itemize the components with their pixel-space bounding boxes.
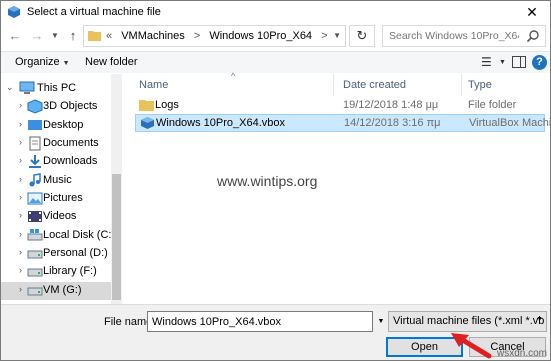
chevron-down-icon: ▼ xyxy=(536,316,543,323)
sidebar-item-personal-d[interactable]: › Personal (D:) xyxy=(1,245,111,263)
virtualbox-icon xyxy=(8,6,20,18)
title-bar: Select a virtual machine file ✕ xyxy=(1,1,550,23)
table-row[interactable]: Logs 19/12/2018 1:48 μμ File folder xyxy=(135,97,545,115)
sidebar-item-this-pc[interactable]: ⌄ This PC xyxy=(1,80,111,98)
chevron-down-icon[interactable]: ⌄ xyxy=(6,82,16,93)
file-type: VirtualBox Machin... xyxy=(469,117,551,129)
virtualbox-file-icon xyxy=(141,117,154,129)
file-type-filter[interactable]: Virtual machine files (*.xml *.vb ▼ xyxy=(388,311,547,332)
pictures-icon xyxy=(27,192,43,205)
drive-icon xyxy=(27,287,43,296)
sidebar-item-label: Documents xyxy=(43,137,99,149)
music-icon xyxy=(29,173,41,187)
watermark-text: www.wintips.org xyxy=(217,173,318,189)
folder-icon xyxy=(139,100,154,111)
preview-pane-icon[interactable] xyxy=(511,54,527,70)
sidebar-item-label: 3D Objects xyxy=(43,100,98,112)
chevron-down-icon[interactable]: ▼ xyxy=(375,311,387,332)
sidebar-item-label: Downloads xyxy=(43,155,98,167)
drive-icon xyxy=(27,250,43,259)
folder-icon xyxy=(88,31,101,41)
breadcrumb-overflow[interactable]: « xyxy=(106,30,112,42)
breadcrumb-windows10pro[interactable]: Windows 10Pro_X64 xyxy=(209,30,312,42)
up-arrow-icon[interactable]: ↑ xyxy=(65,28,81,44)
3d-objects-icon xyxy=(27,99,43,114)
sidebar-item-videos[interactable]: › Videos xyxy=(1,208,111,226)
sidebar-item-label: Music xyxy=(43,174,72,186)
breadcrumb-separator[interactable]: > xyxy=(321,30,327,42)
file-name: Windows 10Pro_X64.vbox xyxy=(156,117,286,129)
help-icon[interactable]: ? xyxy=(532,55,547,70)
drive-icon xyxy=(27,229,43,241)
sidebar-item-label: Desktop xyxy=(43,119,84,131)
sidebar-item-3d-objects[interactable]: › 3D Objects xyxy=(1,98,111,116)
new-folder-button[interactable]: New folder xyxy=(85,56,138,68)
videos-icon xyxy=(28,211,42,222)
scrollbar-thumb[interactable] xyxy=(112,174,121,300)
file-list: ^ Name Date created Type Logs 19/12/2018… xyxy=(123,71,551,304)
file-date: 19/12/2018 1:48 μμ xyxy=(343,99,439,111)
file-type: File folder xyxy=(468,99,517,111)
search-icon xyxy=(526,30,539,43)
sidebar-item-library-f[interactable]: › Library (F:) xyxy=(1,263,111,281)
file-name: Logs xyxy=(155,99,179,111)
sidebar-item-pictures[interactable]: › Pictures xyxy=(1,190,111,208)
file-dialog-window: Select a virtual machine file ✕ ← → ▼ ↑ … xyxy=(0,0,551,361)
chevron-down-icon: ▼ xyxy=(62,60,70,67)
close-button[interactable]: ✕ xyxy=(520,3,544,21)
sidebar-item-label: Local Disk (C:) xyxy=(43,229,116,241)
sidebar-item-label: Library (F:) xyxy=(43,265,97,277)
window-title: Select a virtual machine file xyxy=(27,6,161,18)
sidebar-item-label: Personal (D:) xyxy=(43,247,108,259)
back-arrow-icon[interactable]: ← xyxy=(7,28,23,44)
sidebar-item-local-disk-c[interactable]: › Local Disk (C:) xyxy=(1,227,115,245)
search-box[interactable] xyxy=(382,25,546,47)
sidebar-item-label: VM (G:) xyxy=(43,284,82,296)
breadcrumb-vmmachines[interactable]: VMMachines xyxy=(121,30,185,42)
search-input[interactable] xyxy=(389,30,519,42)
organize-label: Organize xyxy=(15,56,60,68)
documents-icon xyxy=(29,136,41,151)
filename-input[interactable] xyxy=(147,311,373,332)
breadcrumb-separator[interactable]: > xyxy=(194,30,200,42)
command-toolbar: Organize ▼ New folder ☰ ▼ ? xyxy=(1,51,550,73)
chevron-down-icon[interactable]: ▼ xyxy=(333,31,341,40)
chevron-down-icon[interactable]: ▼ xyxy=(499,59,506,66)
corner-watermark: wsxdn.com xyxy=(496,348,547,359)
filter-label: Virtual machine files (*.xml *.vb xyxy=(393,315,545,327)
view-options-icon[interactable]: ☰ xyxy=(481,55,492,69)
sidebar-item-documents[interactable]: › Documents xyxy=(1,135,111,153)
annotation-arrow-icon xyxy=(451,333,492,359)
downloads-icon xyxy=(29,155,41,168)
forward-arrow-icon[interactable]: → xyxy=(29,28,45,44)
sidebar-item-label: Videos xyxy=(43,210,77,222)
column-divider[interactable] xyxy=(333,74,334,96)
sort-ascending-icon: ^ xyxy=(231,71,236,81)
organize-button[interactable]: Organize ▼ xyxy=(15,56,70,68)
sidebar-item-label: This PC xyxy=(37,82,77,94)
refresh-button[interactable]: ↻ xyxy=(349,25,375,47)
sidebar-item-vm-g[interactable]: › VM (G:) xyxy=(1,282,111,300)
sidebar-item-downloads[interactable]: › Downloads xyxy=(1,153,111,171)
sidebar-item-label: Pictures xyxy=(43,192,83,204)
drive-icon xyxy=(27,268,43,277)
file-date: 14/12/2018 3:16 πμ xyxy=(344,117,441,129)
sidebar-item-desktop[interactable]: › Desktop xyxy=(1,117,111,135)
navigation-scrollbar[interactable] xyxy=(111,74,122,304)
recent-locations-icon[interactable]: ▼ xyxy=(47,28,63,44)
address-bar[interactable]: « VMMachines > Windows 10Pro_X64 > ▼ xyxy=(83,25,346,47)
table-row[interactable]: Windows 10Pro_X64.vbox 14/12/2018 3:16 π… xyxy=(135,114,551,132)
column-divider[interactable] xyxy=(461,74,462,96)
navigation-pane: ⌄ This PC › 3D Objects › Desktop › Docum… xyxy=(1,74,122,304)
navigation-bar: ← → ▼ ↑ « VMMachines > Windows 10Pro_X64… xyxy=(1,23,550,49)
computer-icon xyxy=(19,81,35,94)
sidebar-item-music[interactable]: › Music xyxy=(1,172,111,190)
desktop-icon xyxy=(28,120,42,130)
